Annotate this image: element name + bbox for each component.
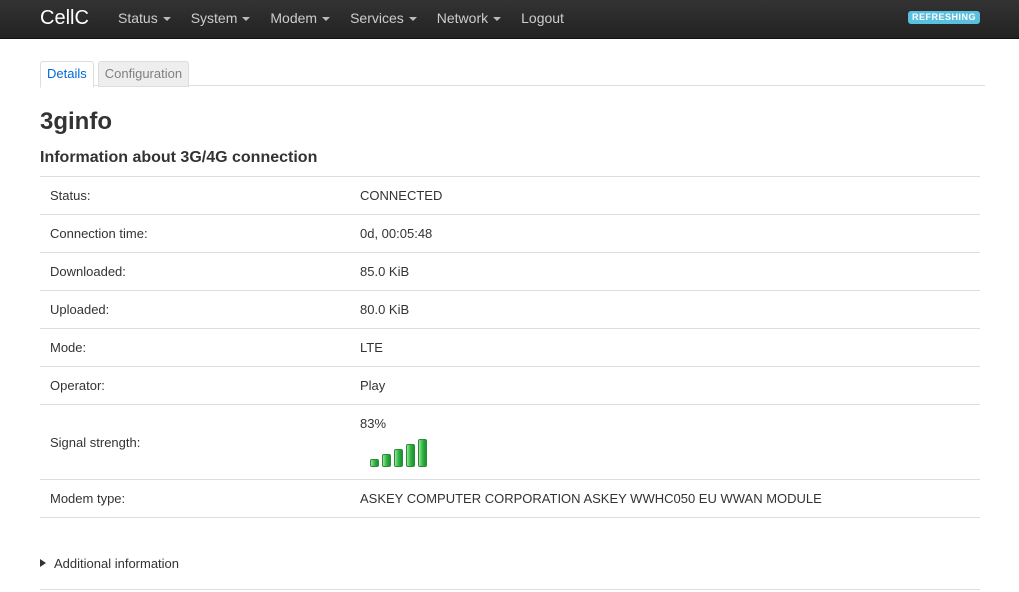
table-row: Uploaded: 80.0 KiB <box>40 290 980 329</box>
nav-status[interactable]: Status <box>108 0 181 38</box>
tab-details[interactable]: Details <box>40 61 94 88</box>
table-row: Connection time: 0d, 00:05:48 <box>40 214 980 253</box>
caret-down-icon <box>242 17 251 22</box>
signal-bar <box>382 453 391 467</box>
caret-down-icon <box>162 17 171 22</box>
nav-services-label: Services <box>350 10 404 26</box>
row-label: Uploaded: <box>40 290 350 329</box>
table-row: Mode: LTE <box>40 328 980 367</box>
divider <box>40 589 980 590</box>
caret-down-icon <box>322 17 331 22</box>
row-label: Modem type: <box>40 479 350 518</box>
signal-bar <box>394 448 403 467</box>
signal-bar <box>418 438 427 467</box>
row-label: Mode: <box>40 328 350 367</box>
signal-percent: 83% <box>360 415 387 431</box>
table-row: Operator: Play <box>40 366 980 405</box>
row-value: 85.0 KiB <box>350 252 980 291</box>
nav-services[interactable]: Services <box>340 0 427 38</box>
nav-modem[interactable]: Modem <box>260 0 340 38</box>
caret-down-icon <box>493 17 502 22</box>
brand-logo[interactable]: CellC <box>40 7 89 30</box>
section-title: Information about 3G/4G connection <box>40 149 318 166</box>
table-row: Downloaded: 85.0 KiB <box>40 252 980 291</box>
nav-network-label: Network <box>436 10 489 26</box>
signal-value-cell: 83% <box>350 404 980 480</box>
caret-down-icon <box>408 17 417 22</box>
top-navbar: CellC Status System Modem Services Netwo… <box>0 0 1019 39</box>
tab-configuration[interactable]: Configuration <box>97 61 190 87</box>
page-title: 3ginfo <box>40 108 112 135</box>
row-value: CONNECTED <box>350 176 980 215</box>
signal-bar <box>406 443 415 467</box>
refreshing-badge[interactable]: REFRESHING <box>908 11 981 24</box>
row-label: Connection time: <box>40 214 350 253</box>
row-value: 0d, 00:05:48 <box>350 214 980 253</box>
tab-bar: Details Configuration <box>40 61 985 88</box>
row-value: 80.0 KiB <box>350 290 980 329</box>
additional-info-label: Additional information <box>54 556 180 571</box>
connection-info-table: Status: CONNECTED Connection time: 0d, 0… <box>40 176 980 518</box>
nav-modem-label: Modem <box>270 10 318 26</box>
row-label: Operator: <box>40 366 350 405</box>
signal-bars-icon <box>370 437 970 467</box>
row-label: Status: <box>40 176 350 215</box>
row-value: ASKEY COMPUTER CORPORATION ASKEY WWHC050… <box>350 479 980 518</box>
expand-triangle-icon <box>40 559 46 567</box>
nav-system-label: System <box>190 10 238 26</box>
nav-network[interactable]: Network <box>427 0 511 38</box>
table-row: Status: CONNECTED <box>40 176 980 215</box>
row-value: LTE <box>350 328 980 367</box>
table-row: Modem type: ASKEY COMPUTER CORPORATION A… <box>40 479 980 518</box>
table-row-signal: Signal strength: 83% <box>40 404 980 480</box>
signal-bar <box>370 458 379 467</box>
nav-logout-label: Logout <box>521 10 564 26</box>
row-label: Signal strength: <box>40 404 350 480</box>
nav-status-label: Status <box>118 10 158 26</box>
nav-logout[interactable]: Logout <box>511 0 574 38</box>
main-nav: Status System Modem Services Network Log… <box>108 0 574 38</box>
row-value: Play <box>350 366 980 405</box>
row-label: Downloaded: <box>40 252 350 291</box>
nav-system[interactable]: System <box>181 0 261 38</box>
additional-info-toggle[interactable]: Additional information <box>40 556 179 571</box>
